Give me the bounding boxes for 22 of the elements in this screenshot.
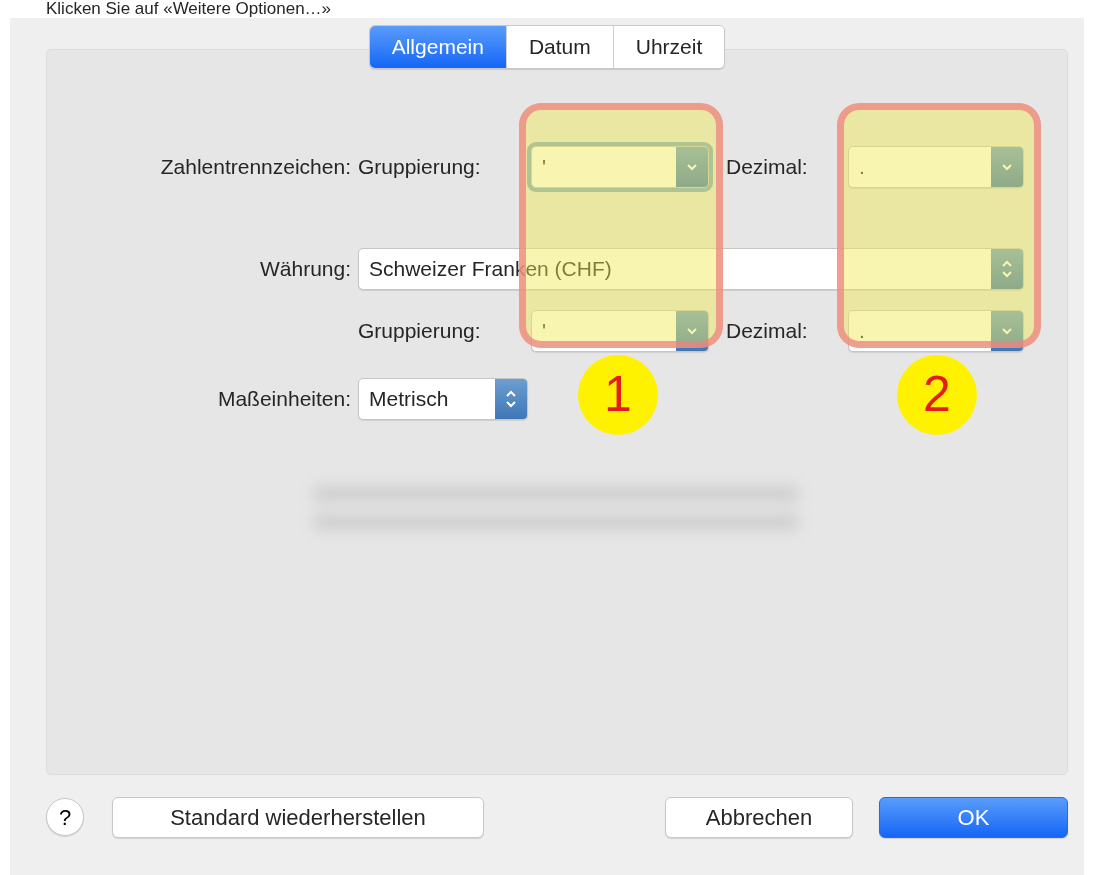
tab[interactable]: Allgemein bbox=[369, 26, 506, 68]
field-label: Zahlentrennzeichen: bbox=[159, 153, 352, 180]
button[interactable]: Abbrechen bbox=[665, 796, 853, 838]
field-label: Gruppierung: bbox=[358, 153, 482, 180]
field-label: Dezimal: bbox=[725, 153, 809, 180]
field-label: Gruppierung: bbox=[358, 317, 482, 344]
button[interactable]: Standard wiederherstellen bbox=[112, 796, 484, 838]
help-button[interactable]: ? bbox=[46, 798, 84, 836]
field-label: Währung: bbox=[258, 255, 352, 282]
annotation-number: 2 bbox=[897, 354, 977, 435]
dropdown[interactable]: Schweizer Franken (CHF) bbox=[358, 247, 1024, 290]
tab[interactable]: Uhrzeit bbox=[612, 26, 725, 68]
dropdown[interactable]: Metrisch bbox=[358, 377, 528, 420]
dropdown[interactable]: . bbox=[848, 309, 1024, 352]
dropdown[interactable]: ' bbox=[531, 309, 709, 352]
instruction-text: Klicken Sie auf «Weitere Optionen…» bbox=[45, 0, 333, 18]
tab[interactable]: Datum bbox=[505, 26, 613, 68]
button[interactable]: OK bbox=[879, 796, 1068, 838]
field-label: Dezimal: bbox=[725, 317, 809, 344]
field-label: Maßeinheiten: bbox=[216, 385, 352, 412]
annotation-number: 1 bbox=[578, 354, 658, 435]
dropdown[interactable]: . bbox=[848, 145, 1024, 188]
